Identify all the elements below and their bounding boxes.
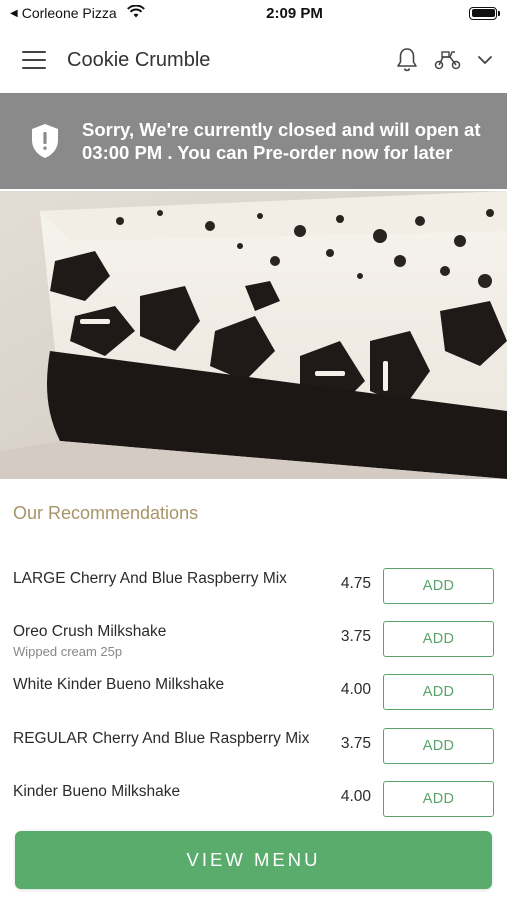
- status-time: 2:09 PM: [266, 4, 323, 22]
- item-name: Kinder Bueno Milkshake: [13, 782, 181, 800]
- item-price: 3.75: [340, 734, 371, 752]
- recommendations-title: Our Recommendations: [13, 503, 199, 523]
- add-button[interactable]: ADD: [383, 727, 494, 764]
- hamburger-menu-icon[interactable]: [22, 51, 46, 69]
- item-name: LARGE Cherry And Blue Raspberry Mix: [13, 570, 287, 587]
- item-price: 4.75: [340, 575, 371, 592]
- recommendations-list: LARGE Cherry And Blue Raspberry Mix 4.75…: [0, 562, 507, 828]
- add-button[interactable]: ADD: [383, 621, 494, 658]
- list-item: Oreo Crush Milkshake Wipped cream 25p 3.…: [0, 615, 507, 668]
- store-closed-message: Sorry, We're currently closed and will o…: [82, 119, 481, 163]
- add-button[interactable]: ADD: [383, 674, 494, 711]
- list-item: Kinder Bueno Milkshake 4.00 ADD: [0, 775, 507, 828]
- list-item: REGULAR Cherry And Blue Raspberry Mix 3.…: [0, 722, 507, 775]
- wifi-icon: [126, 4, 145, 21]
- store-closed-banner: Sorry, We're currently closed and will o…: [0, 93, 507, 189]
- shield-alert-icon: [30, 123, 60, 159]
- scooter-icon[interactable]: [433, 49, 463, 71]
- app-header: Cookie Crumble: [0, 30, 507, 90]
- item-subtitle: Wipped cream 25p: [13, 644, 123, 660]
- status-bar: ◀ Corleone Pizza 2:09 PM: [0, 0, 507, 26]
- item-name: REGULAR Cherry And Blue Raspberry Mix: [13, 729, 310, 747]
- add-button[interactable]: ADD: [383, 568, 494, 604]
- chevron-down-icon[interactable]: [477, 54, 493, 66]
- list-item: White Kinder Bueno Milkshake 4.00 ADD: [0, 668, 507, 721]
- item-price: 4.00: [340, 681, 371, 699]
- item-price: 3.75: [340, 628, 371, 646]
- hero-dessert-image: [0, 191, 507, 479]
- view-menu-button[interactable]: VIEW MENU: [15, 831, 492, 889]
- list-item: LARGE Cherry And Blue Raspberry Mix 4.75…: [0, 562, 507, 615]
- back-app-label[interactable]: Corleone Pizza: [22, 5, 117, 21]
- battery-icon: [469, 6, 500, 20]
- bell-icon[interactable]: [395, 47, 419, 73]
- item-price: 4.00: [340, 787, 371, 805]
- item-name: White Kinder Bueno Milkshake: [13, 676, 225, 694]
- page-title: Cookie Crumble: [67, 48, 211, 71]
- back-triangle-icon[interactable]: ◀: [10, 8, 18, 19]
- item-name: Oreo Crush Milkshake: [13, 623, 167, 641]
- add-button[interactable]: ADD: [383, 780, 494, 817]
